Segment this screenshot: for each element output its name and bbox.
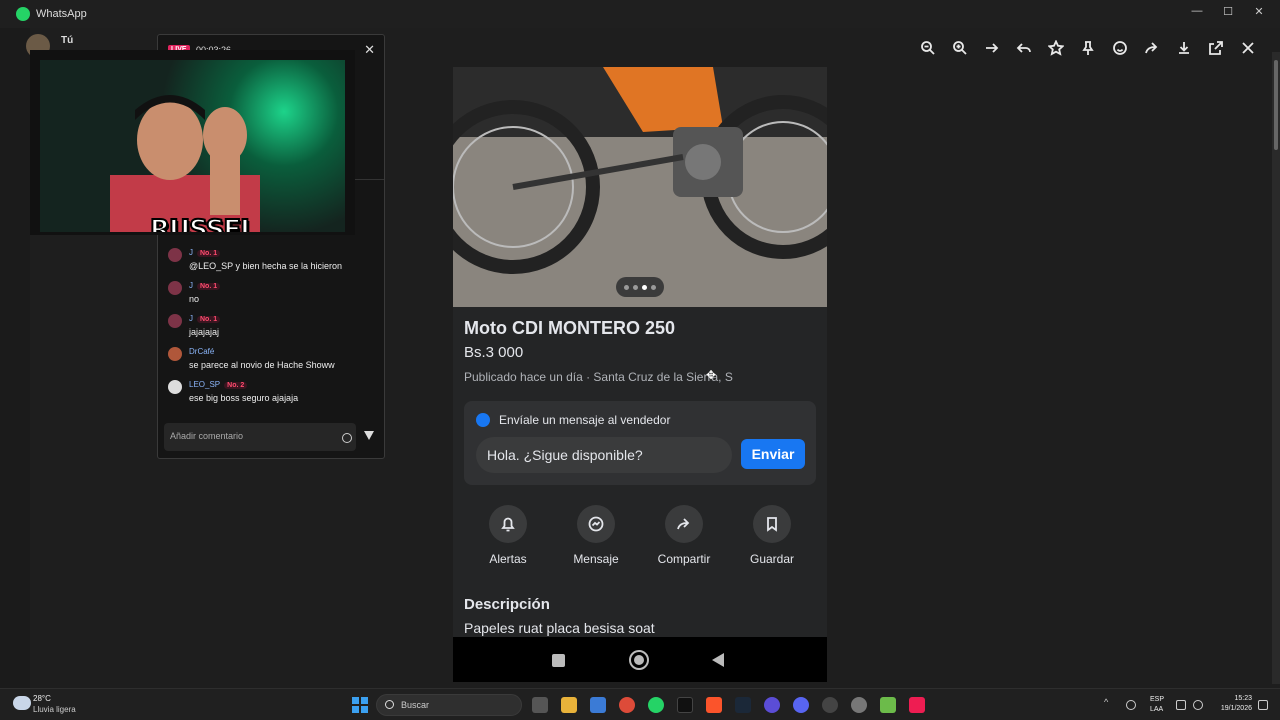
weather-icon[interactable] xyxy=(13,696,31,710)
close-icon[interactable] xyxy=(1238,38,1258,58)
task-view-icon[interactable] xyxy=(532,697,548,713)
layout-indicator[interactable]: LAA xyxy=(1150,706,1163,713)
store-icon[interactable] xyxy=(590,697,606,713)
maximize-button[interactable]: ☐ xyxy=(1219,5,1237,18)
weather-temp[interactable]: 28°C xyxy=(33,694,51,703)
close-window-button[interactable]: ✕ xyxy=(1250,5,1268,18)
vpn-icon[interactable] xyxy=(764,697,780,713)
messenger-icon xyxy=(588,516,604,532)
message-button[interactable]: Mensaje xyxy=(556,505,636,566)
emoji-icon[interactable] xyxy=(1110,38,1130,58)
clock-time[interactable]: 15:23 xyxy=(1222,695,1252,702)
listing-price: Bs.3 000 xyxy=(464,344,524,361)
taskbar: 28°C Lluvia ligera Buscar ^ ESP LAA 15:2… xyxy=(0,688,1280,720)
whatsapp-taskbar-icon[interactable] xyxy=(648,697,664,713)
message-seller-card: Envíale un mensaje al vendedor Enviar xyxy=(464,401,816,485)
network-icon[interactable] xyxy=(1176,700,1186,710)
taskbar-search[interactable]: Buscar xyxy=(376,694,522,716)
message-heading: Envíale un mensaje al vendedor xyxy=(499,413,671,427)
discord-icon[interactable] xyxy=(793,697,809,713)
share-icon[interactable] xyxy=(1142,38,1162,58)
listing-photo xyxy=(453,67,827,307)
image-pager[interactable] xyxy=(616,277,664,297)
android-nav-bar xyxy=(453,637,827,682)
app-icon[interactable] xyxy=(822,697,838,713)
recents-icon[interactable] xyxy=(552,654,565,667)
contact-name: Tú xyxy=(61,35,74,46)
listing-meta: Publicado hace un día · Santa Cruz de la… xyxy=(464,370,733,384)
streamer-image xyxy=(110,95,260,232)
window-titlebar: WhatsApp — ☐ ✕ xyxy=(0,0,1280,28)
tiktok-icon[interactable] xyxy=(677,697,693,713)
minimize-button[interactable]: — xyxy=(1188,5,1206,17)
reply-icon[interactable] xyxy=(1014,38,1034,58)
weather-desc[interactable]: Lluvia ligera xyxy=(33,705,76,714)
alerts-button[interactable]: Alertas xyxy=(468,505,548,566)
streamer-name: RUSSEL xyxy=(149,214,258,232)
send-comment-icon[interactable] xyxy=(364,431,374,440)
scrollbar[interactable] xyxy=(1272,52,1280,684)
zoom-in-icon[interactable] xyxy=(950,38,970,58)
send-button[interactable]: Enviar xyxy=(741,439,805,469)
comment-input[interactable]: Añadir comentario xyxy=(164,423,356,451)
star-icon[interactable] xyxy=(1046,38,1066,58)
open-external-icon[interactable] xyxy=(1206,38,1226,58)
chrome-icon[interactable] xyxy=(619,697,635,713)
share-icon xyxy=(677,518,690,530)
listing-title: Moto CDI MONTERO 250 xyxy=(464,318,676,338)
bookmark-icon xyxy=(767,517,777,532)
viewer-toolbar xyxy=(918,38,1258,58)
window-title: WhatsApp xyxy=(36,8,87,20)
bell-icon xyxy=(501,517,515,532)
description-text: Papeles ruat placa besisa soat xyxy=(464,620,655,636)
clock-date[interactable]: 19/1/2026 xyxy=(1210,705,1252,712)
close-live-button[interactable]: ✕ xyxy=(364,42,375,58)
search-icon xyxy=(385,700,394,709)
whatsapp-icon xyxy=(16,7,30,21)
tiktok-live-icon[interactable] xyxy=(909,697,925,713)
brave-icon[interactable] xyxy=(706,697,722,713)
zoom-out-icon[interactable] xyxy=(918,38,938,58)
start-icon[interactable] xyxy=(352,697,368,713)
message-input[interactable] xyxy=(476,437,732,473)
download-icon[interactable] xyxy=(1174,38,1194,58)
steam-icon[interactable] xyxy=(735,697,751,713)
description-heading: Descripción xyxy=(464,596,550,613)
language-indicator[interactable]: ESP xyxy=(1150,696,1164,703)
save-button[interactable]: Guardar xyxy=(732,505,812,566)
forward-icon[interactable] xyxy=(982,38,1002,58)
messenger-icon xyxy=(476,413,490,427)
webcam-overlay: RUSSEL xyxy=(30,50,355,235)
bluestacks-icon[interactable] xyxy=(880,697,896,713)
tray-chevron-icon[interactable]: ^ xyxy=(1104,697,1114,707)
microphone-icon[interactable] xyxy=(1126,700,1136,710)
notification-icon[interactable] xyxy=(1258,700,1268,710)
settings-icon[interactable] xyxy=(851,697,867,713)
share-button[interactable]: Compartir xyxy=(644,505,724,566)
marketplace-screenshot: Moto CDI MONTERO 250 Bs.3 000 Publicado … xyxy=(453,67,827,682)
home-icon[interactable] xyxy=(629,650,649,670)
chat-list-strip xyxy=(0,28,30,688)
move-cursor-icon: ✥ xyxy=(706,368,717,382)
back-icon[interactable] xyxy=(712,653,724,667)
emoji-icon[interactable] xyxy=(342,433,352,443)
pin-icon[interactable] xyxy=(1078,38,1098,58)
file-explorer-icon[interactable] xyxy=(561,697,577,713)
volume-icon[interactable] xyxy=(1193,700,1203,710)
